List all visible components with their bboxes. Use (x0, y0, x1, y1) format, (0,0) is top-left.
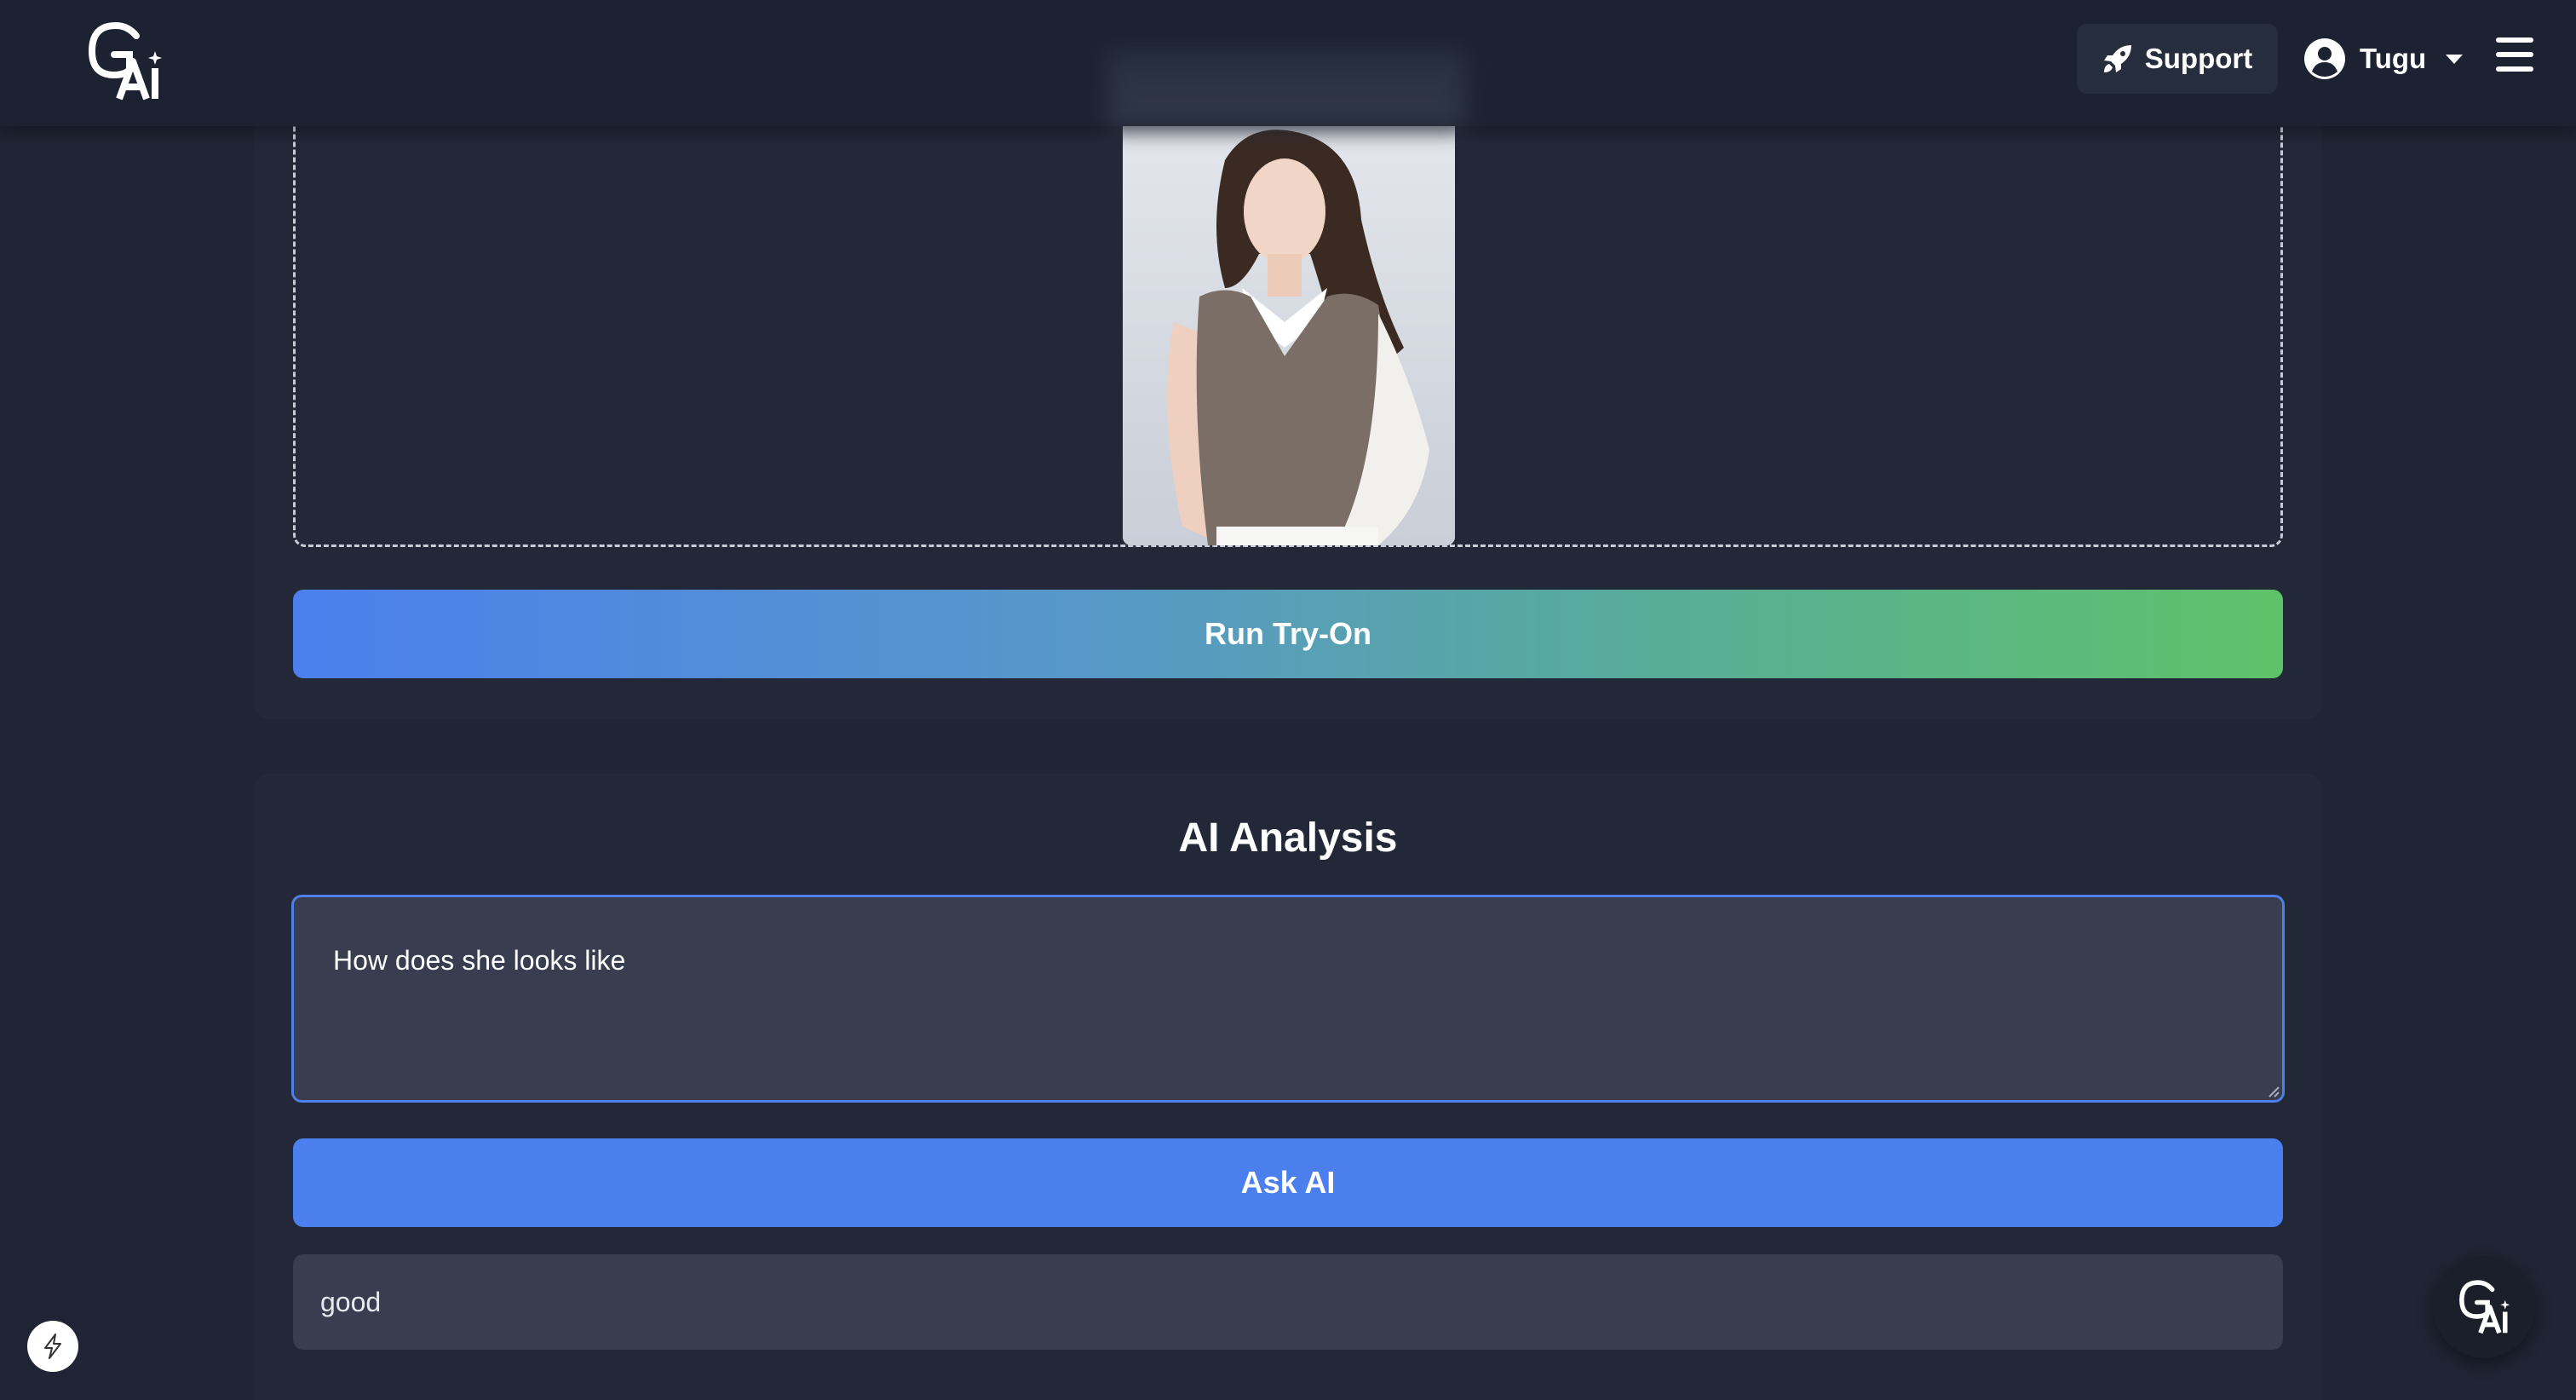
ai-answer-text: good (320, 1286, 382, 1317)
chevron-down-icon (2446, 55, 2464, 64)
logo-icon[interactable] (85, 20, 164, 102)
user-circle-icon (2304, 38, 2345, 79)
ai-analysis-title: AI Analysis (1178, 815, 1398, 861)
page: Run Try-On AI Analysis How does she look… (0, 0, 2576, 1400)
user-name: Tugu (2360, 43, 2427, 74)
hamburger-menu-icon[interactable] (2496, 37, 2533, 72)
ai-answer-box: good (293, 1254, 2283, 1350)
support-button[interactable]: Support (2077, 24, 2278, 94)
support-label: Support (2144, 43, 2253, 74)
uploaded-model-image (1123, 126, 1455, 545)
lightning-icon (44, 1334, 61, 1359)
rocket-icon (2103, 45, 2131, 72)
run-try-on-button[interactable]: Run Try-On (293, 590, 2283, 678)
chat-assistant-button[interactable] (2433, 1256, 2535, 1358)
user-menu[interactable]: Tugu (2303, 34, 2464, 84)
ask-ai-button[interactable]: Ask AI (293, 1138, 2283, 1227)
question-textarea[interactable]: How does she looks like (291, 895, 2285, 1103)
logo-icon (2459, 1280, 2510, 1334)
image-top-blur (1107, 51, 1465, 128)
dev-indicator-button[interactable] (27, 1321, 78, 1372)
resize-grip-icon[interactable] (2266, 1084, 2280, 1098)
